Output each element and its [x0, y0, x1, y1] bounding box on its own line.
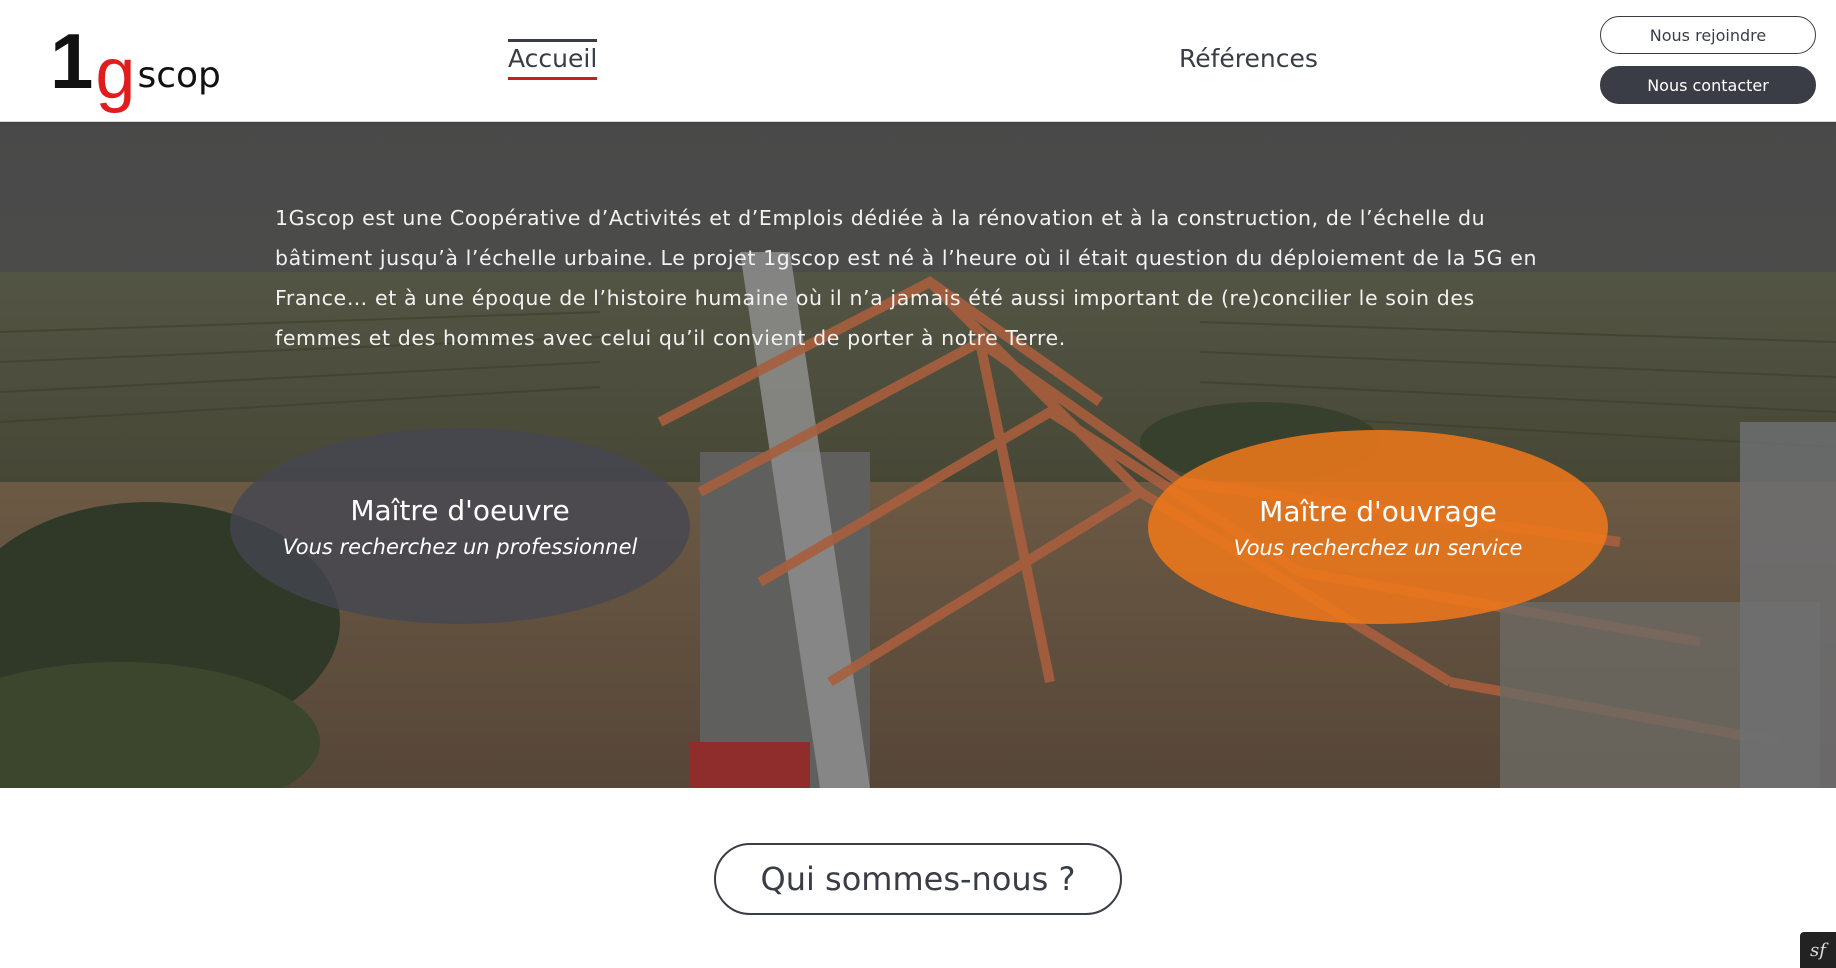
site-header: 1 g scop Accueil Références Nous rejoind…	[0, 0, 1836, 122]
maitre-oeuvre-subtitle: Vous recherchez un professionnel	[282, 534, 638, 559]
maitre-ouvrage-title: Maître d'ouvrage	[1259, 494, 1497, 528]
logo-digit: 1	[50, 17, 93, 105]
about-us-button[interactable]: Qui sommes-nous ?	[714, 843, 1122, 915]
hero-banner: 1Gscop est une Coopérative d’Activités e…	[0, 122, 1836, 788]
nav-accueil[interactable]: Accueil	[508, 39, 598, 80]
hero-description: 1Gscop est une Coopérative d’Activités e…	[275, 206, 1538, 350]
maitre-ouvrage-subtitle: Vous recherchez un service	[1233, 535, 1523, 560]
logo-scop: scop	[137, 55, 221, 96]
logo-g: g	[95, 34, 136, 114]
maitre-ouvrage-bubble[interactable]: Maître d'ouvrage Vous recherchez un serv…	[1148, 430, 1608, 624]
maitre-oeuvre-title: Maître d'oeuvre	[350, 493, 570, 527]
nav-references[interactable]: Références	[1179, 44, 1318, 73]
symfony-icon[interactable]: sf	[1800, 932, 1836, 968]
maitre-oeuvre-bubble[interactable]: Maître d'oeuvre Vous recherchez un profe…	[230, 428, 690, 624]
logo[interactable]: 1 g scop	[50, 10, 221, 110]
join-button[interactable]: Nous rejoindre	[1600, 16, 1816, 54]
contact-button[interactable]: Nous contacter	[1600, 66, 1816, 104]
